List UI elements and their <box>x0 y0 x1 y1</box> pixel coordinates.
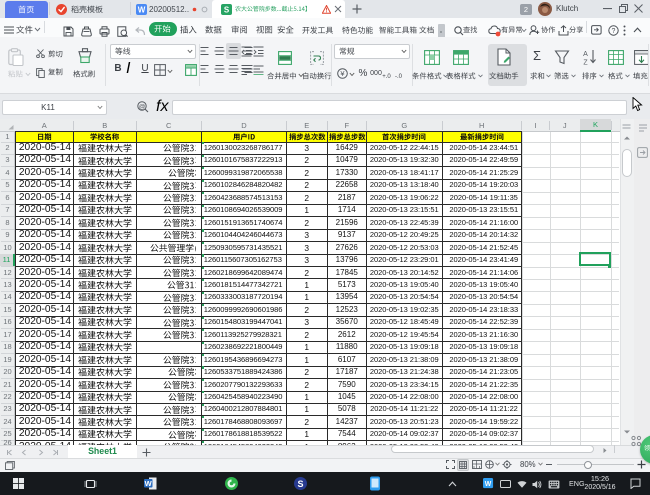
svg-text:S: S <box>297 479 303 489</box>
svg-text:A: A <box>583 51 588 58</box>
svg-text:W: W <box>485 481 492 488</box>
svg-text:¥: ¥ <box>340 69 345 78</box>
svg-text:?: ? <box>612 28 616 35</box>
svg-text:W: W <box>138 5 146 14</box>
svg-text:@: @ <box>139 104 146 111</box>
svg-text:Z: Z <box>583 60 588 66</box>
svg-text:S: S <box>224 5 230 14</box>
svg-text:W: W <box>145 479 153 488</box>
